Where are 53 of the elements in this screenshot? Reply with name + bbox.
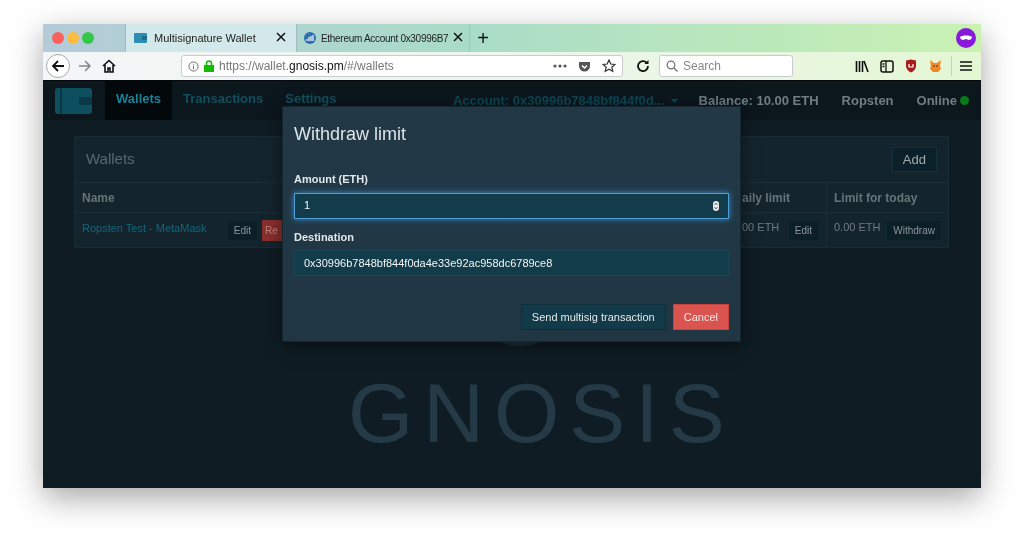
nav-tab[interactable]: Wallets xyxy=(105,81,173,120)
input-field[interactable]: 0x30996b7848bf844f0da4e33e92ac958dc6789ce8 xyxy=(294,250,729,276)
private-mask-icon[interactable] xyxy=(956,28,976,48)
column-header: aily limit xyxy=(742,189,791,207)
library-icon[interactable] xyxy=(855,59,869,73)
search-field[interactable]: Search xyxy=(659,55,793,77)
column-header: Limit for today xyxy=(834,189,918,207)
spinner-icon[interactable] xyxy=(713,200,719,211)
balance-text: Balance: 10.00 ETH xyxy=(698,91,819,110)
panel-title: Wallets xyxy=(86,149,135,170)
field-label: Amount (ETH) xyxy=(294,172,369,187)
cancel-button[interactable]: Cancel xyxy=(672,304,729,330)
browser-tab[interactable]: Multisignature Wallet xyxy=(125,24,297,52)
new-tab-button[interactable]: + xyxy=(470,24,496,52)
wallet-icon xyxy=(134,33,147,43)
network-text: Ropsten xyxy=(841,91,894,110)
add-button[interactable]: Add xyxy=(891,147,937,172)
tab-title: Multisignature Wallet xyxy=(154,30,257,46)
dialog-title: Withdraw limit xyxy=(294,123,407,146)
reload-icon[interactable] xyxy=(636,59,650,73)
menu-icon[interactable] xyxy=(960,60,972,72)
address-bar[interactable]: https://wallet.gnosis.pm/#/wallets xyxy=(181,55,623,77)
number-input[interactable]: 1 xyxy=(294,192,729,219)
forward-icon[interactable] xyxy=(78,59,92,73)
fox-extension-icon[interactable] xyxy=(929,60,942,72)
back-arrow-icon xyxy=(51,59,65,73)
withdraw-button[interactable]: Withdraw xyxy=(886,220,942,241)
table-cell-text: 00 ETH xyxy=(742,220,780,235)
back-button[interactable] xyxy=(46,54,70,78)
sidebar-icon[interactable] xyxy=(880,59,894,73)
tab-title: Ethereum Account 0x30996B7 xyxy=(321,31,449,46)
close-tab-icon[interactable] xyxy=(276,32,286,42)
home-icon[interactable] xyxy=(102,59,116,73)
table-cell-text: 0.00 ETH xyxy=(834,220,881,235)
send-button[interactable]: Send multisig transaction xyxy=(520,304,666,330)
info-icon[interactable] xyxy=(188,60,199,72)
bookmark-star-icon[interactable] xyxy=(602,59,616,73)
edit-button[interactable]: Edit xyxy=(226,220,258,241)
caret-icon xyxy=(670,98,678,103)
pocket-icon[interactable] xyxy=(578,59,591,73)
column-header: Name xyxy=(82,189,115,207)
search-icon xyxy=(666,60,678,72)
field-label: Destination xyxy=(294,229,355,245)
wallet-logo-icon xyxy=(55,87,92,114)
status-text: Online xyxy=(916,91,957,110)
url-text: https://wallet.gnosis.pm/#/wallets xyxy=(219,58,394,75)
shield-extension-icon[interactable] xyxy=(905,59,917,73)
lock-icon xyxy=(204,60,214,72)
close-tab-icon[interactable] xyxy=(453,32,464,42)
chart-circle-icon xyxy=(304,32,316,44)
page-actions-icon[interactable] xyxy=(553,64,567,68)
search-placeholder: Search xyxy=(683,58,722,75)
edit-button[interactable]: Edit xyxy=(787,220,819,241)
